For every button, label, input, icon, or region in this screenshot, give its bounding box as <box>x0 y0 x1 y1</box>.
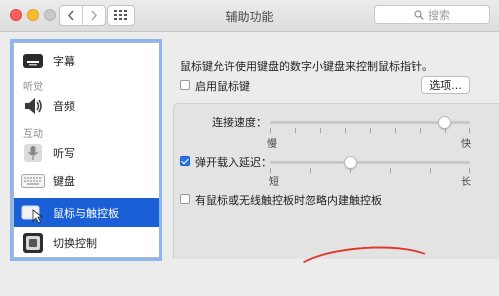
microphone-icon <box>21 141 45 165</box>
mouse-icon <box>21 201 45 225</box>
enable-mouse-keys-label: 启用鼠标键 <box>195 80 250 93</box>
enable-mouse-keys-checkbox[interactable] <box>180 80 190 90</box>
initial-delay-slider[interactable] <box>270 161 470 164</box>
initial-delay-min-label: 短 <box>269 177 279 188</box>
sidebar-item-label: 音频 <box>53 100 75 113</box>
sidebar-item-label: 鼠标与触控板 <box>53 206 119 220</box>
sidebar-item-keyboard[interactable]: 键盘 <box>14 167 159 195</box>
sidebar-section-hearing: 听觉 <box>23 82 43 93</box>
speed-slider-knob[interactable] <box>438 116 451 129</box>
sidebar-item-mouse-trackpad[interactable]: 鼠标与触控板 <box>14 198 159 227</box>
sidebar-item-label: 听写 <box>53 147 75 160</box>
sidebar-item-dictation[interactable]: 听写 <box>14 139 159 167</box>
sidebar-item-label: 字幕 <box>53 55 75 68</box>
search-icon <box>414 9 424 20</box>
captions-icon <box>21 49 45 73</box>
speed-min-label: 慢 <box>267 139 277 150</box>
sidebar: 字幕 听觉 音频 互动 听写 键盘 鼠标与触控板 切换控制 <box>13 42 159 258</box>
sidebar-item-captions[interactable]: 字幕 <box>14 47 159 75</box>
ignore-trackpad-label: 有鼠标或无线触控板时忽略内建触控板 <box>195 194 382 207</box>
mouse-keys-description: 鼠标键允许使用键盘的数字小键盘来控制鼠标指针。 <box>180 60 433 73</box>
search-input[interactable]: 搜索 <box>374 5 490 24</box>
main-pane: 鼠标键允许使用键盘的数字小键盘来控制鼠标指针。 启用鼠标键 选项... 连接速度… <box>165 42 499 296</box>
initial-delay-checkbox[interactable] <box>180 156 190 166</box>
options-button[interactable]: 选项... <box>421 76 470 94</box>
sidebar-item-label: 切换控制 <box>53 237 97 250</box>
sidebar-item-label: 键盘 <box>53 175 75 188</box>
sidebar-item-switch-control[interactable]: 切换控制 <box>14 229 159 257</box>
initial-delay-label: 弹开载入延迟： <box>195 156 272 169</box>
initial-delay-slider-knob[interactable] <box>344 156 357 169</box>
initial-delay-ticks <box>270 168 470 173</box>
search-placeholder: 搜索 <box>428 8 450 22</box>
initial-delay-max-label: 长 <box>461 177 471 188</box>
sidebar-section-interaction: 互动 <box>23 129 43 140</box>
switch-control-icon <box>21 231 45 255</box>
title-bar: 辅助功能 搜索 <box>0 0 499 32</box>
speaker-icon <box>21 94 45 118</box>
speed-label: 连接速度： <box>212 116 267 129</box>
speed-ticks <box>270 128 470 133</box>
ignore-trackpad-checkbox[interactable] <box>180 194 190 204</box>
speed-max-label: 快 <box>461 139 471 150</box>
sidebar-item-audio[interactable]: 音频 <box>14 92 159 120</box>
keyboard-icon <box>21 169 45 193</box>
